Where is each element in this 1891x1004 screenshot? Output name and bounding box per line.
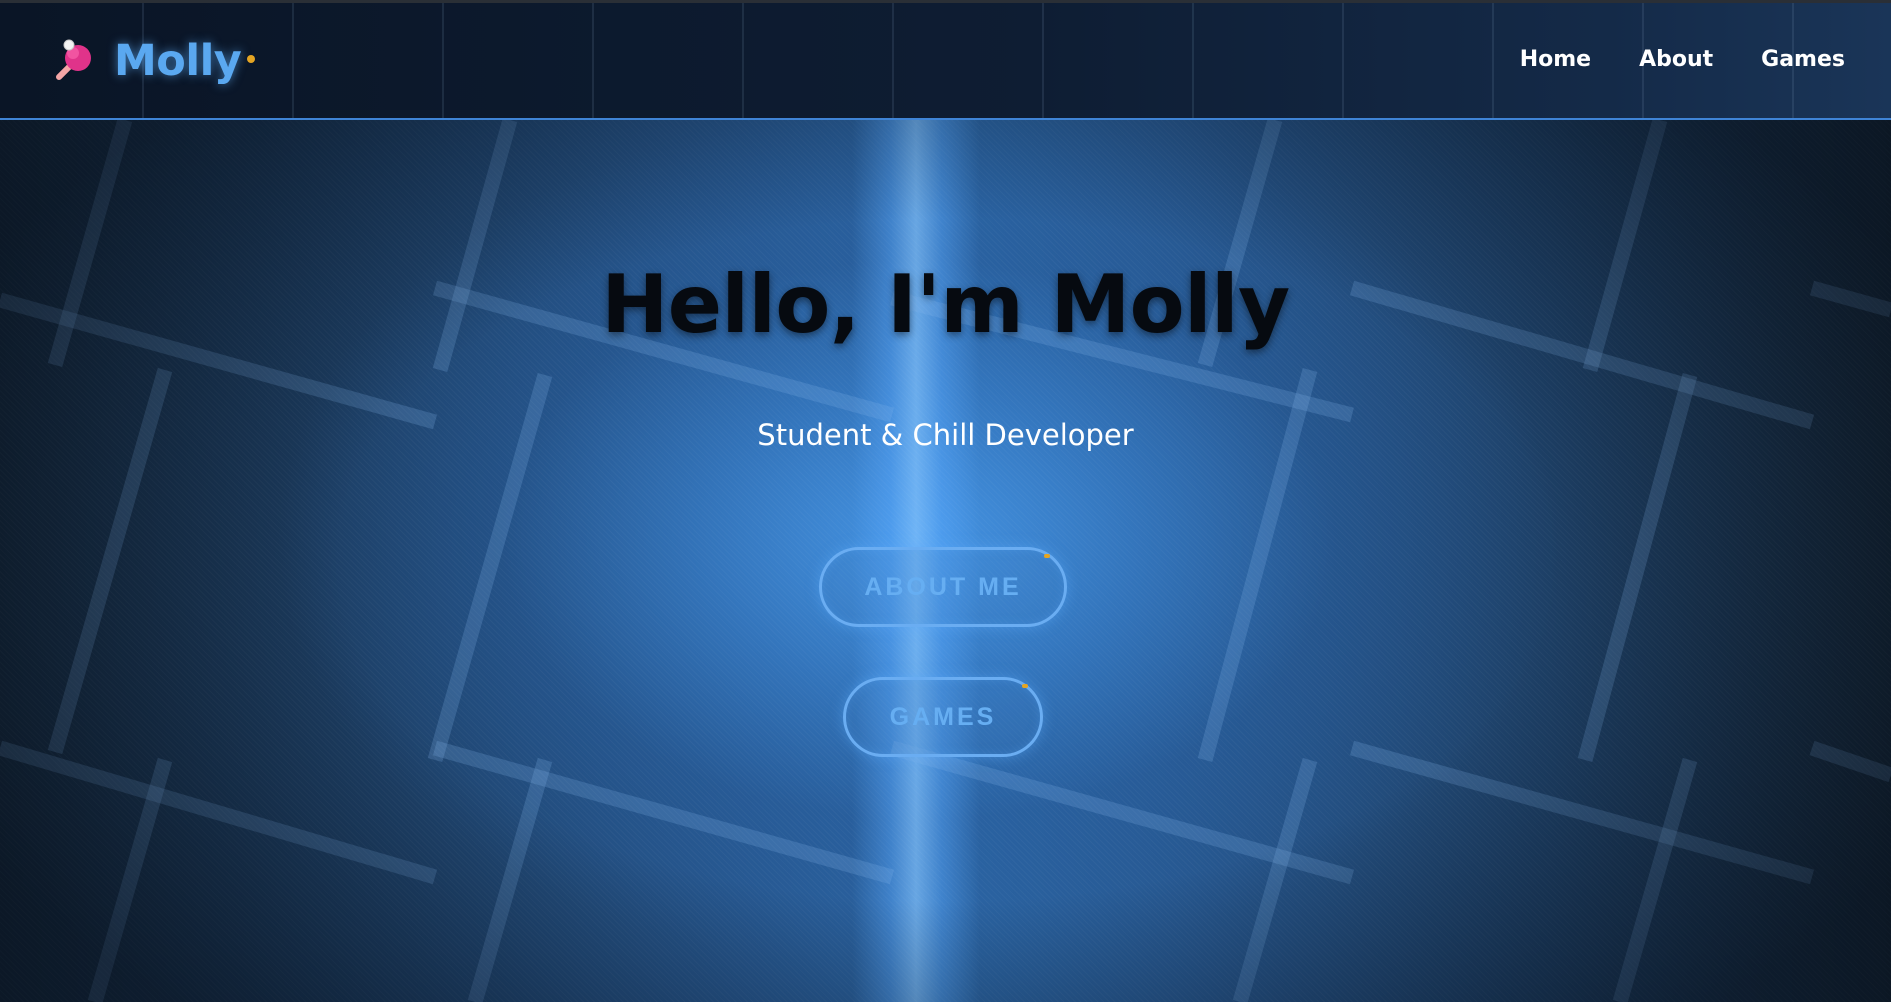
- about-me-button-label: ABOUT ME: [864, 572, 1022, 601]
- nav-link-games[interactable]: Games: [1761, 47, 1845, 72]
- nav-link-about[interactable]: About: [1639, 47, 1713, 72]
- hero-section: Hello, I'm Molly Student & Chill Develop…: [0, 120, 1891, 1002]
- brand-name: Molly: [114, 36, 242, 86]
- games-button-label: GAMES: [889, 702, 997, 731]
- nav-link-home[interactable]: Home: [1520, 47, 1591, 72]
- ping-pong-paddle-icon: [52, 39, 96, 83]
- button-spark: [1044, 554, 1050, 558]
- hero-subtitle: Student & Chill Developer: [757, 418, 1134, 452]
- page: Molly Home About Games Hello, I'm Molly …: [0, 0, 1891, 1002]
- navbar: Molly Home About Games: [0, 0, 1891, 120]
- brand-logo[interactable]: Molly: [52, 29, 256, 93]
- brand-accent-dot: [247, 55, 256, 63]
- hero-title: Hello, I'm Molly: [601, 258, 1290, 351]
- nav-links: Home About Games: [1520, 47, 1845, 72]
- about-me-button[interactable]: ABOUT ME: [819, 547, 1067, 627]
- button-spark: [1022, 684, 1028, 688]
- games-button[interactable]: GAMES: [843, 677, 1043, 757]
